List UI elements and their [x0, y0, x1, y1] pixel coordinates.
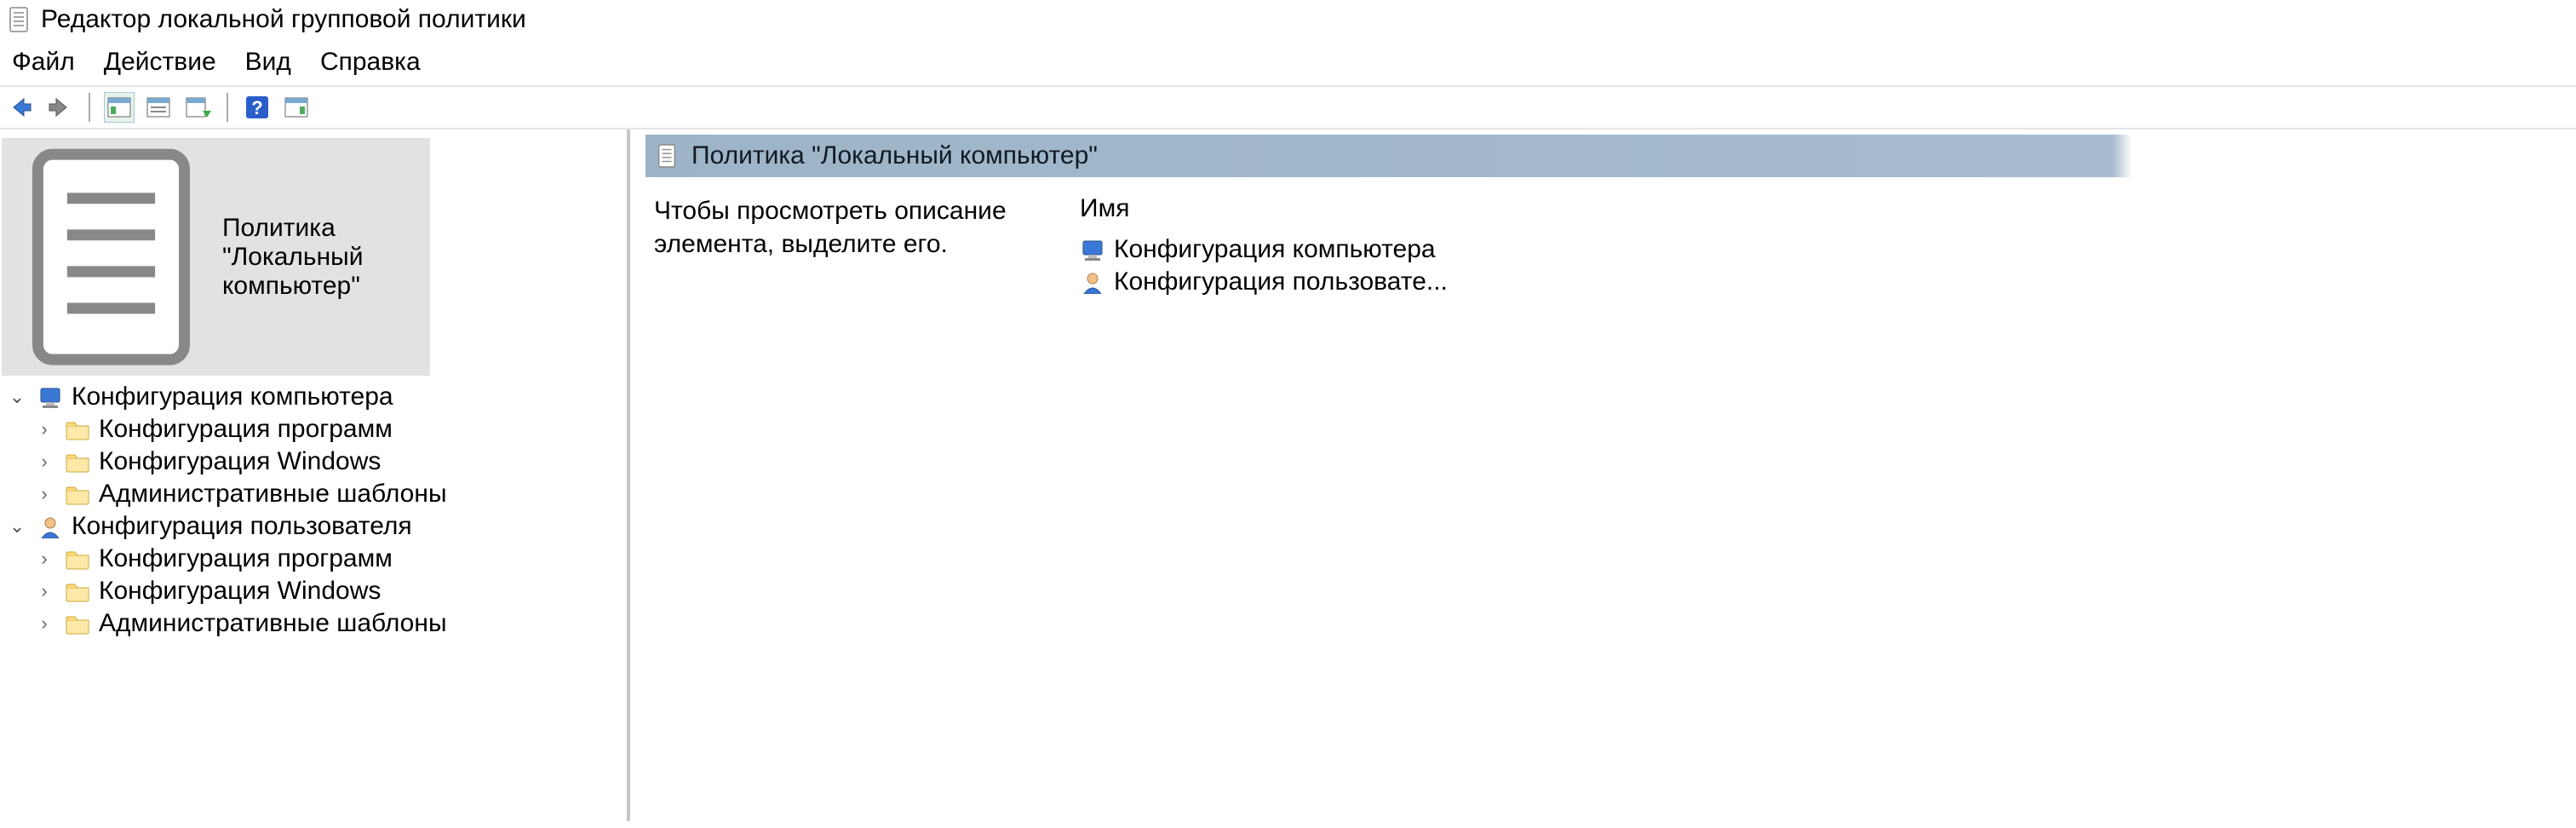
menu-view[interactable]: Вид: [245, 48, 291, 77]
tree-node-user-child[interactable]: › Конфигурация программ: [32, 543, 627, 575]
tree-node-computer-child[interactable]: › Конфигурация программ: [32, 413, 627, 446]
tree-node-label: Конфигурация программ: [99, 544, 393, 573]
tree-node-user-child[interactable]: › Административные шаблоны: [32, 607, 627, 640]
tree-node-label: Конфигурация компьютера: [72, 382, 393, 411]
detail-header: Политика "Локальный компьютер": [645, 135, 2576, 177]
menu-file[interactable]: Файл: [12, 48, 75, 77]
arrow-right-icon: [46, 94, 73, 121]
expander-icon[interactable]: ⌄: [5, 386, 29, 408]
menu-action[interactable]: Действие: [104, 48, 216, 77]
toolbar-separator: [89, 93, 90, 122]
detail-pane: Политика "Локальный компьютер" Чтобы про…: [630, 129, 2576, 821]
user-icon: [1080, 270, 1105, 294]
app-icon: [7, 6, 31, 33]
panel-export-icon: [184, 94, 211, 121]
view-tree-button[interactable]: [104, 92, 135, 123]
folder-icon: [65, 417, 90, 441]
main-area: Политика "Локальный компьютер" ⌄ Конфигу…: [0, 129, 2576, 821]
computer-icon: [37, 385, 63, 409]
panel-detail-icon: [283, 94, 310, 121]
expander-icon[interactable]: ›: [32, 483, 56, 505]
tree-node-label: Конфигурация Windows: [99, 577, 381, 606]
folder-icon: [65, 547, 90, 571]
folder-icon: [65, 579, 90, 603]
title-bar: Редактор локальной групповой политики: [0, 0, 2576, 39]
computer-icon: [1080, 238, 1105, 262]
toolbar-separator: [227, 93, 228, 122]
nav-back-button[interactable]: [5, 92, 36, 123]
expander-icon[interactable]: ›: [32, 451, 56, 473]
list-item-label: Конфигурация компьютера: [1114, 235, 1436, 264]
tree-node-user-child[interactable]: › Конфигурация Windows: [32, 575, 627, 607]
panel-tree-icon: [106, 94, 133, 121]
tree-node-label: Конфигурация программ: [99, 415, 393, 444]
window-title: Редактор локальной групповой политики: [41, 5, 526, 34]
tree-node-computer[interactable]: ⌄ Конфигурация компьютера: [5, 381, 627, 413]
tree-node-label: Конфигурация Windows: [99, 447, 381, 476]
expander-icon[interactable]: ›: [32, 418, 56, 440]
tree-node-computer-child[interactable]: › Конфигурация Windows: [32, 446, 627, 478]
detail-header-label: Политика "Локальный компьютер": [691, 141, 1098, 170]
help-button[interactable]: [242, 92, 273, 123]
tree-node-label: Конфигурация пользователя: [72, 512, 412, 541]
tree-root-label: Политика "Локальный компьютер": [222, 214, 423, 301]
view-detail-button[interactable]: [281, 92, 312, 123]
expander-icon[interactable]: ›: [32, 548, 56, 570]
view-list-button[interactable]: [143, 92, 174, 123]
nav-forward-button[interactable]: [44, 92, 75, 123]
list-item-label: Конфигурация пользовате...: [1114, 267, 1448, 296]
arrow-left-icon: [7, 94, 34, 121]
document-icon: [656, 143, 678, 169]
user-icon: [37, 515, 63, 538]
tree-root[interactable]: Политика "Локальный компьютер": [2, 138, 430, 376]
menu-help[interactable]: Справка: [320, 48, 421, 77]
export-button[interactable]: [182, 92, 213, 123]
menu-bar: Файл Действие Вид Справка: [0, 39, 2576, 87]
detail-description: Чтобы просмотреть описание элемента, выд…: [654, 194, 1012, 298]
tree-node-label: Административные шаблоны: [99, 480, 447, 509]
expander-icon[interactable]: ›: [32, 580, 56, 602]
folder-icon: [65, 482, 90, 506]
tree-node-label: Административные шаблоны: [99, 609, 447, 638]
column-header-name[interactable]: Имя: [1080, 194, 1448, 223]
toolbar: [0, 87, 2576, 129]
panel-list-icon: [145, 94, 172, 121]
expander-icon[interactable]: ⌄: [5, 515, 29, 538]
expander-icon[interactable]: ›: [32, 612, 56, 635]
tree-node-computer-child[interactable]: › Административные шаблоны: [32, 478, 627, 510]
folder-icon: [65, 612, 90, 635]
tree-pane: Политика "Локальный компьютер" ⌄ Конфигу…: [0, 129, 630, 821]
list-item[interactable]: Конфигурация компьютера: [1080, 233, 1448, 266]
document-icon: [9, 140, 214, 374]
help-icon: [244, 94, 271, 121]
folder-icon: [65, 450, 90, 474]
list-item[interactable]: Конфигурация пользовате...: [1080, 266, 1448, 298]
tree-node-user[interactable]: ⌄ Конфигурация пользователя: [5, 510, 627, 543]
